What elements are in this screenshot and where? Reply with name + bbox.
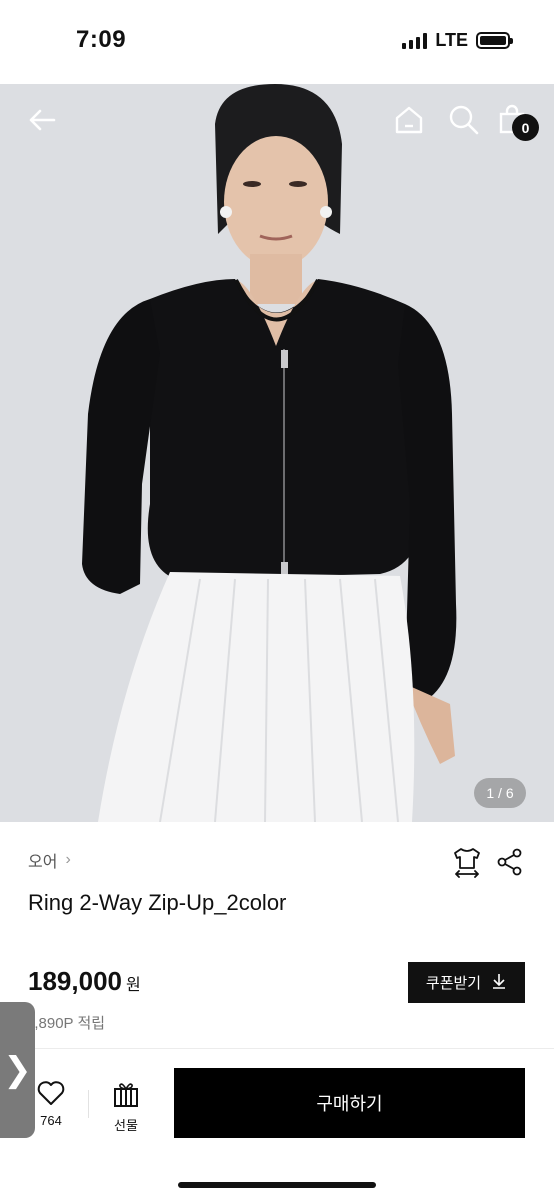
price-unit: 원 — [125, 977, 141, 994]
battery-icon — [476, 32, 513, 49]
download-icon — [491, 973, 507, 993]
gift-label: 선물 — [114, 1118, 138, 1133]
reward-points: 1,890P 적립 — [26, 1015, 106, 1032]
gift-button[interactable]: 선물 — [108, 1080, 144, 1134]
brand-link[interactable]: 오어 › — [28, 848, 71, 872]
status-indicators: LTE — [402, 30, 513, 51]
gift-icon — [112, 1083, 140, 1112]
bottom-action-bar: 764 선물 구매하기 — [0, 1050, 554, 1200]
search-icon[interactable] — [448, 104, 480, 141]
size-guide-icon[interactable] — [452, 846, 482, 883]
divider — [0, 1048, 554, 1049]
gallery-page-indicator: 1 / 6 — [474, 778, 526, 808]
heart-icon — [37, 1081, 65, 1110]
price: 189,000 원 — [28, 966, 141, 997]
chevron-right-icon: › — [65, 851, 71, 868]
signal-icon — [402, 32, 428, 49]
home-indicator — [178, 1182, 376, 1188]
back-arrow-icon[interactable] — [26, 104, 58, 141]
status-time: 7:09 — [76, 26, 127, 53]
price-value: 189,000 — [28, 966, 122, 996]
coupon-label: 쿠폰받기 — [425, 975, 482, 992]
share-icon[interactable] — [496, 848, 524, 881]
like-count: 764 — [40, 1113, 62, 1128]
status-bar: 7:09 LTE — [0, 0, 554, 84]
product-image-gallery[interactable]: 0 1 / 6 — [0, 84, 554, 822]
cart-count-badge: 0 — [512, 114, 539, 141]
home-icon[interactable] — [393, 104, 425, 141]
like-button[interactable]: 764 — [34, 1080, 68, 1128]
buy-button[interactable]: 구매하기 — [174, 1068, 525, 1138]
side-panel-toggle[interactable]: ❯ — [0, 1002, 35, 1138]
network-type: LTE — [435, 30, 468, 50]
coupon-button[interactable]: 쿠폰받기 — [408, 962, 525, 1003]
product-photo — [0, 84, 554, 822]
divider — [88, 1090, 89, 1118]
chevron-right-icon: ❯ — [3, 1051, 32, 1089]
product-title: Ring 2-Way Zip-Up_2color — [28, 890, 287, 915]
brand-name: 오어 — [28, 854, 58, 871]
